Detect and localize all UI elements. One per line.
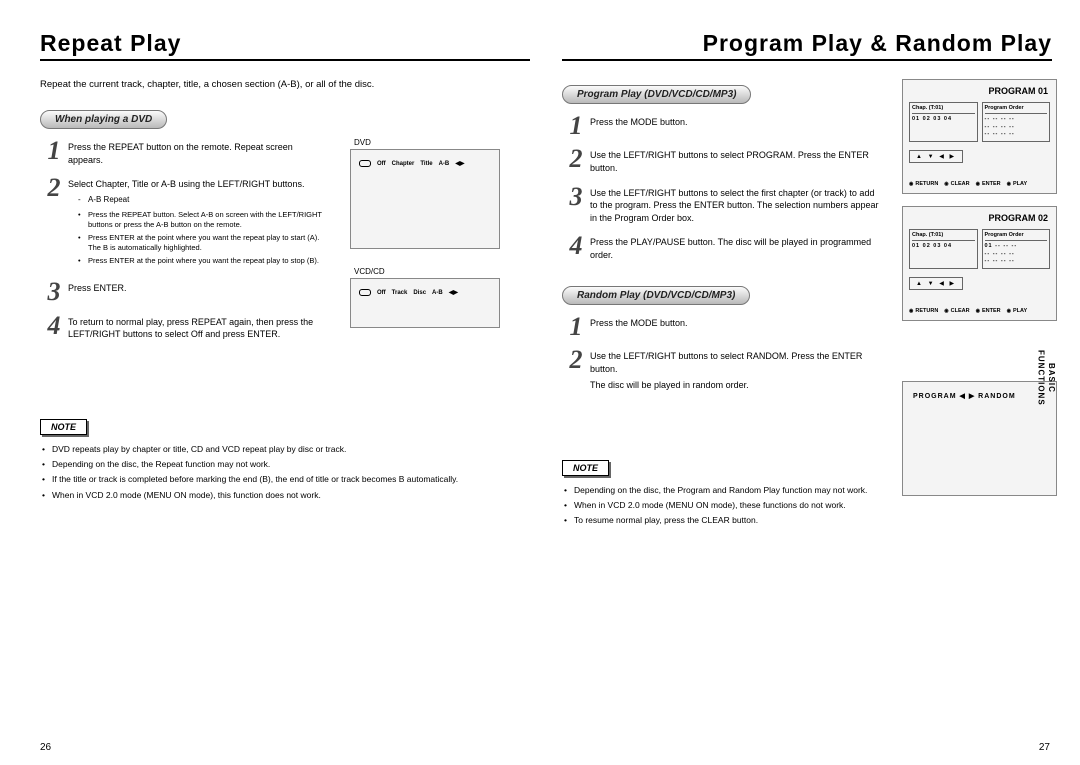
footer-return: RETURN <box>909 308 938 314</box>
page-number-right: 27 <box>1039 742 1050 753</box>
ab-bullet: Press ENTER at the point where you want … <box>78 233 330 253</box>
page-left: Repeat Play Repeat the current track, ch… <box>40 30 550 745</box>
step-number: 1 <box>562 315 590 338</box>
dvd-repeat-screen: Off Chapter Title A-B ◀▶ <box>350 149 500 249</box>
program-02-title: PROGRAM 02 <box>988 213 1048 223</box>
bar-chapter: Chapter <box>392 161 415 167</box>
arrow-icon: ◀▶ <box>449 289 458 296</box>
note-item: When in VCD 2.0 mode (MENU ON mode), the… <box>562 499 1052 511</box>
step-number: 1 <box>562 114 590 137</box>
step-text: Press the MODE button. <box>590 315 882 338</box>
footer-enter: ENTER <box>976 181 1001 187</box>
page-right: Program Play & Random Play Program Play … <box>550 30 1060 745</box>
divider <box>40 59 530 61</box>
random-screen: PROGRAM ◀ ▶ RANDOM <box>902 381 1057 496</box>
screenshots-column: DVD Off Chapter Title A-B ◀▶ VCD/CD <box>350 134 530 346</box>
side-tab: BASIC FUNCTIONS <box>1035 350 1056 406</box>
title-left: Repeat Play <box>40 30 530 57</box>
note-item: Depending on the disc, the Program and R… <box>562 484 1052 496</box>
screen-label-dvd: DVD <box>354 138 530 147</box>
ab-repeat-title: A-B Repeat <box>78 195 330 206</box>
order-first: 01 <box>985 243 993 249</box>
footer-enter: ENTER <box>976 308 1001 314</box>
bar-disc: Disc <box>413 290 426 296</box>
panel-order: Program Order <box>985 232 1048 241</box>
step-text: Use the LEFT/RIGHT buttons to select RAN… <box>590 348 882 392</box>
arrow-icon: ◀▶ <box>455 160 464 167</box>
step-number: 4 <box>40 314 68 341</box>
footer-clear: CLEAR <box>944 181 969 187</box>
step-text: Press the MODE button. <box>590 114 882 137</box>
bar-title: Title <box>420 161 432 167</box>
program-screens: PROGRAM 01 Chap. (T:01) 01 02 03 04 Prog… <box>902 79 1057 496</box>
footer-play: PLAY <box>1007 308 1028 314</box>
step-number: 4 <box>562 234 590 261</box>
panel-dashes: 01 -- -- ---- -- -- ---- -- -- -- <box>985 243 1048 266</box>
note-list: Depending on the disc, the Program and R… <box>562 484 1052 527</box>
step-number: 1 <box>40 139 68 166</box>
step-number: 2 <box>40 176 68 270</box>
panel-chap: Chap. (T:01) <box>912 232 975 241</box>
arrow-panel: ▲ ▼ ◀ ▶ <box>909 277 963 290</box>
footer-play: PLAY <box>1007 181 1028 187</box>
step-text: Press ENTER. <box>68 280 330 303</box>
intro-text: Repeat the current track, chapter, title… <box>40 79 530 90</box>
note-item: When in VCD 2.0 mode (MENU ON mode), thi… <box>40 489 530 501</box>
panel-chap: Chap. (T:01) <box>912 105 975 114</box>
repeat-icon <box>359 160 371 167</box>
step-text: Use the LEFT/RIGHT buttons to select the… <box>590 185 882 225</box>
program-01-screen: PROGRAM 01 Chap. (T:01) 01 02 03 04 Prog… <box>902 79 1057 194</box>
page-number-left: 26 <box>40 742 51 753</box>
title-right: Program Play & Random Play <box>562 30 1052 57</box>
step-number: 2 <box>562 348 590 392</box>
note-item: If the title or track is completed befor… <box>40 473 530 485</box>
section-random-play: Random Play (DVD/VCD/CD/MP3) <box>562 286 750 305</box>
program-02-screen: PROGRAM 02 Chap. (T:01) 01 02 03 04 Prog… <box>902 206 1057 321</box>
note-item: To resume normal play, press the CLEAR b… <box>562 514 1052 526</box>
bar-ab: A-B <box>439 161 450 167</box>
bar-ab: A-B <box>432 290 443 296</box>
note-label: NOTE <box>40 419 87 435</box>
step-number: 2 <box>562 147 590 174</box>
step-text: Use the LEFT/RIGHT buttons to select PRO… <box>590 147 882 174</box>
panel-order: Program Order <box>985 105 1048 114</box>
random-outro: The disc will be played in random order. <box>590 379 749 392</box>
step-text: Press the REPEAT button on the remote. R… <box>68 139 330 166</box>
repeat-icon <box>359 289 371 296</box>
panel-row: 01 02 03 04 <box>912 243 975 249</box>
step-text: Press the PLAY/PAUSE button. The disc wi… <box>590 234 882 261</box>
panel-row: 01 02 03 04 <box>912 116 975 122</box>
vcd-repeat-screen: Off Track Disc A-B ◀▶ <box>350 278 500 328</box>
step-text-inner: Use the LEFT/RIGHT buttons to select RAN… <box>590 351 862 374</box>
note-item: DVD repeats play by chapter or title, CD… <box>40 443 530 455</box>
bar-off: Off <box>377 161 386 167</box>
step-text: Select Chapter, Title or A-B using the L… <box>68 176 330 270</box>
divider <box>562 59 1052 61</box>
step-number: 3 <box>562 185 590 225</box>
note-label: NOTE <box>562 460 609 476</box>
note-list: DVD repeats play by chapter or title, CD… <box>40 443 530 501</box>
left-column: When playing a DVD 1 Press the REPEAT bu… <box>40 104 330 341</box>
footer-return: RETURN <box>909 181 938 187</box>
footer-clear: CLEAR <box>944 308 969 314</box>
ab-bullet: Press ENTER at the point where you want … <box>78 256 330 266</box>
panel-dashes: -- -- -- ---- -- -- ---- -- -- -- <box>985 116 1048 139</box>
arrow-panel: ▲ ▼ ◀ ▶ <box>909 150 963 163</box>
ab-bullet: Press the REPEAT button. Select A-B on s… <box>78 210 330 230</box>
screen-label-vcd: VCD/CD <box>354 267 530 276</box>
bar-track: Track <box>392 290 408 296</box>
step-text: To return to normal play, press REPEAT a… <box>68 314 330 341</box>
step-number: 3 <box>40 280 68 303</box>
bar-off: Off <box>377 290 386 296</box>
section-program-play: Program Play (DVD/VCD/CD/MP3) <box>562 85 751 104</box>
note-item: Depending on the disc, the Repeat functi… <box>40 458 530 470</box>
random-bar: PROGRAM ◀ ▶ RANDOM <box>913 392 1016 400</box>
subheading-pill: When playing a DVD <box>40 110 167 129</box>
step-text-inner: Select Chapter, Title or A-B using the L… <box>68 179 304 189</box>
program-01-title: PROGRAM 01 <box>988 86 1048 96</box>
